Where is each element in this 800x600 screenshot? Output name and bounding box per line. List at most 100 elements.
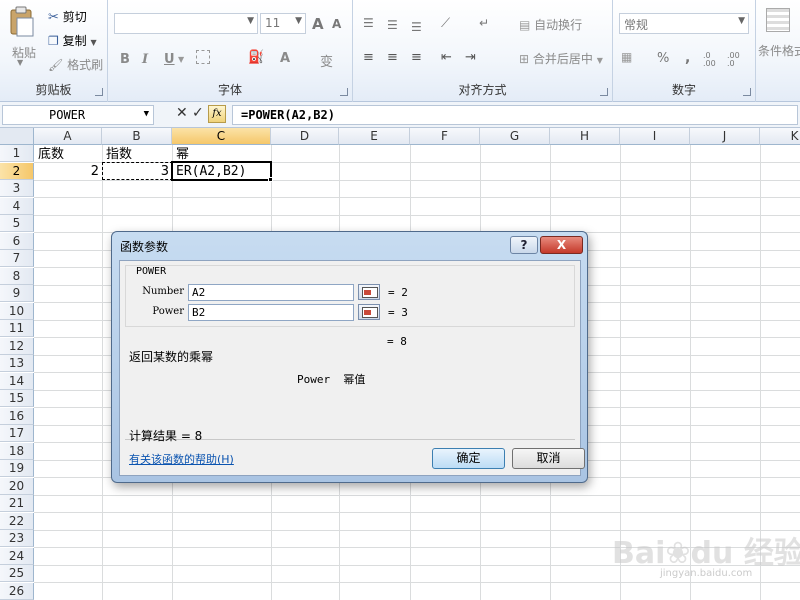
shrink-font-button[interactable]: A	[332, 17, 341, 31]
decrease-decimal-button[interactable]: .00 .0	[727, 52, 749, 68]
power-arg-input[interactable]: B2	[188, 304, 354, 321]
underline-button[interactable]: U	[164, 52, 175, 67]
italic-button[interactable]: I	[142, 52, 148, 67]
conditional-format-icon[interactable]	[766, 8, 790, 32]
select-all-corner[interactable]	[0, 128, 34, 145]
row-header-18[interactable]: 18	[0, 442, 34, 460]
column-header-c[interactable]: C	[172, 128, 271, 145]
font-size-dropdown-icon[interactable]: ▼	[295, 16, 302, 26]
copy-dropdown-icon[interactable]: ▼	[90, 38, 96, 47]
row-header-14[interactable]: 14	[0, 372, 34, 390]
number-ref-button[interactable]	[358, 284, 380, 300]
number-format-combo[interactable]: 常规 ▼	[619, 13, 749, 34]
dialog-help-button[interactable]: ?	[510, 236, 538, 254]
column-header-b[interactable]: B	[102, 128, 172, 145]
row-header-4[interactable]: 4	[0, 197, 34, 215]
cut-button[interactable]: ✂ 剪切	[48, 8, 87, 25]
row-header-17[interactable]: 17	[0, 425, 34, 442]
orientation-icon[interactable]: ⟋	[441, 16, 450, 31]
decrease-indent-icon[interactable]: ⇤	[441, 50, 452, 65]
borders-icon[interactable]	[196, 50, 210, 64]
paste-button[interactable]: 粘贴 ▼	[4, 4, 40, 68]
number-format-dropdown-icon[interactable]: ▼	[738, 16, 745, 26]
bold-button[interactable]: B	[120, 52, 130, 67]
row-header-25[interactable]: 25	[0, 565, 34, 582]
row-header-10[interactable]: 10	[0, 302, 34, 320]
row-header-26[interactable]: 26	[0, 582, 34, 600]
merge-center-button[interactable]: ⊞ 合并后居中 ▼	[519, 50, 603, 67]
row-header-3[interactable]: 3	[0, 180, 34, 197]
column-header-e[interactable]: E	[339, 128, 410, 145]
formula-input[interactable]: =POWER(A2,B2)	[232, 105, 798, 125]
row-header-12[interactable]: 12	[0, 337, 34, 355]
increase-indent-icon[interactable]: ⇥	[465, 50, 476, 65]
font-size-combo[interactable]: 11 ▼	[260, 13, 306, 34]
alignment-launcher-icon[interactable]	[600, 88, 608, 96]
column-header-f[interactable]: F	[410, 128, 480, 145]
name-box[interactable]: POWER ▼	[2, 105, 154, 125]
cell-b1[interactable]: 指数	[103, 146, 172, 163]
wrap-icon[interactable]: ↵	[479, 16, 489, 30]
row-header-16[interactable]: 16	[0, 407, 34, 425]
font-launcher-icon[interactable]	[340, 88, 348, 96]
align-right-icon[interactable]: ≡	[411, 50, 422, 65]
insert-function-button[interactable]: fx	[208, 105, 226, 123]
increase-decimal-button[interactable]: .0 .00	[703, 52, 725, 68]
cell-a1[interactable]: 底数	[35, 146, 102, 163]
currency-icon[interactable]: ▦	[621, 50, 632, 64]
row-header-8[interactable]: 8	[0, 267, 34, 285]
copy-button[interactable]: ❐ 复制 ▼	[48, 32, 97, 49]
phonetic-button[interactable]: 变	[320, 51, 333, 70]
fill-handle[interactable]	[268, 177, 273, 182]
column-header-j[interactable]: J	[690, 128, 760, 145]
align-middle-icon[interactable]: ☰	[387, 18, 398, 32]
cancel-button[interactable]: 取消	[512, 448, 585, 469]
align-top-icon[interactable]: ☰	[363, 16, 374, 30]
font-name-combo[interactable]: ▼	[114, 13, 258, 34]
wrap-text-button[interactable]: ▤ 自动换行	[519, 16, 582, 33]
column-header-i[interactable]: I	[620, 128, 690, 145]
font-color-button[interactable]: A	[280, 51, 290, 66]
row-header-24[interactable]: 24	[0, 547, 34, 565]
paste-dropdown-icon[interactable]: ▼	[17, 58, 23, 67]
column-header-d[interactable]: D	[271, 128, 339, 145]
cancel-formula-icon[interactable]: ✕	[176, 105, 188, 121]
underline-dropdown-icon[interactable]: ▼	[178, 55, 184, 64]
clipboard-launcher-icon[interactable]	[95, 88, 103, 96]
number-arg-input[interactable]: A2	[188, 284, 354, 301]
align-bottom-icon[interactable]: ☰	[411, 20, 422, 34]
column-header-a[interactable]: A	[34, 128, 102, 145]
row-header-20[interactable]: 20	[0, 477, 34, 495]
row-header-22[interactable]: 22	[0, 512, 34, 530]
merge-dropdown-icon[interactable]: ▼	[597, 56, 603, 65]
cell-a2[interactable]: 2	[35, 163, 102, 180]
name-box-dropdown-icon[interactable]: ▼	[144, 109, 149, 119]
align-center-icon[interactable]: ≡	[387, 50, 398, 65]
confirm-formula-icon[interactable]: ✓	[192, 105, 204, 121]
grow-font-button[interactable]: A	[312, 15, 324, 33]
row-header-7[interactable]: 7	[0, 250, 34, 267]
column-header-h[interactable]: H	[550, 128, 620, 145]
power-ref-button[interactable]	[358, 304, 380, 320]
format-painter-button[interactable]: 🖌 格式刷	[48, 56, 103, 73]
comma-button[interactable]: ,	[685, 50, 690, 66]
row-header-21[interactable]: 21	[0, 495, 34, 512]
row-header-13[interactable]: 13	[0, 355, 34, 372]
row-header-1[interactable]: 1	[0, 145, 34, 162]
fill-color-icon[interactable]: ⛽	[248, 50, 264, 65]
dialog-close-button[interactable]: X	[540, 236, 583, 254]
percent-button[interactable]: %	[657, 51, 669, 66]
row-header-2[interactable]: 2	[0, 162, 34, 180]
row-header-23[interactable]: 23	[0, 530, 34, 547]
row-header-11[interactable]: 11	[0, 320, 34, 337]
row-header-19[interactable]: 19	[0, 460, 34, 477]
row-header-9[interactable]: 9	[0, 285, 34, 302]
ok-button[interactable]: 确定	[432, 448, 505, 469]
row-header-5[interactable]: 5	[0, 215, 34, 232]
column-header-g[interactable]: G	[480, 128, 550, 145]
function-help-link[interactable]: 有关该函数的帮助(H)	[129, 451, 234, 467]
conditional-format-label[interactable]: 条件格式	[758, 42, 800, 59]
align-left-icon[interactable]: ≡	[363, 50, 374, 65]
row-header-6[interactable]: 6	[0, 232, 34, 250]
number-launcher-icon[interactable]	[743, 88, 751, 96]
